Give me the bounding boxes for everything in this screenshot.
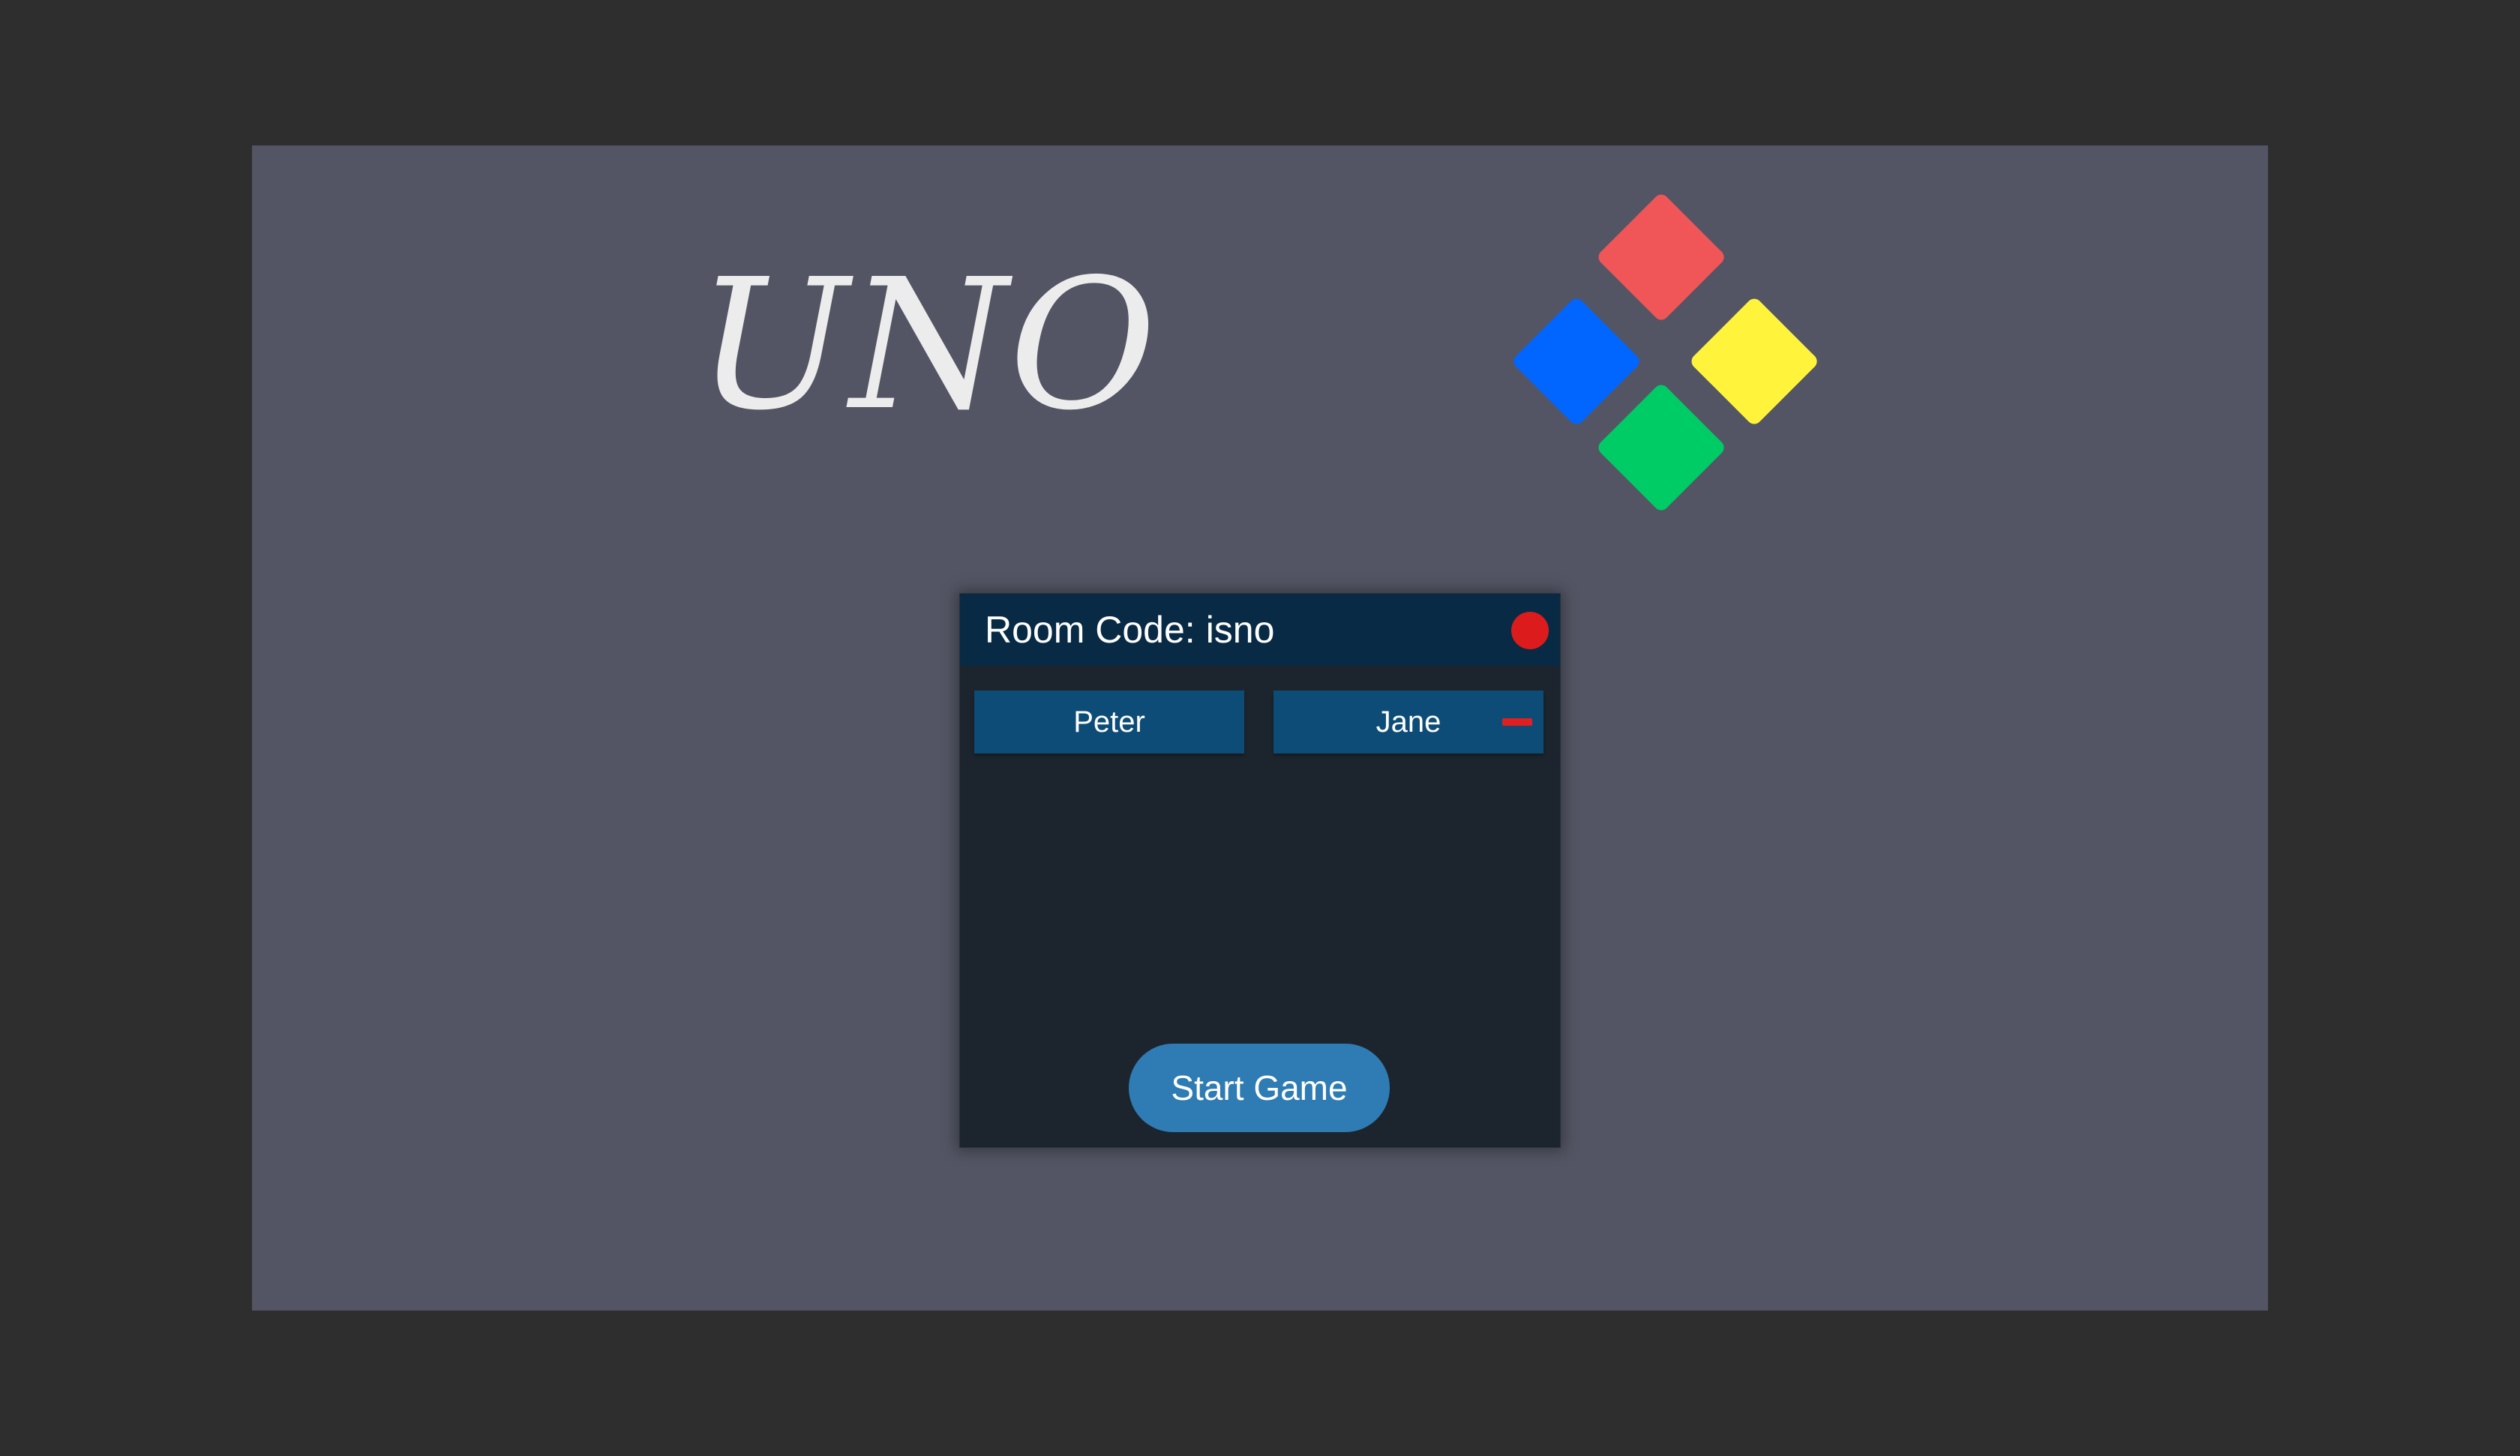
game-title: UNO — [697, 240, 1159, 450]
room-code-value: isno — [1205, 609, 1275, 651]
player-name: Peter — [1073, 706, 1145, 738]
uno-logo — [1498, 190, 1824, 516]
room-header: Room Code: isno — [960, 594, 1560, 666]
game-stage: UNO Room Code: isno Peter Jane Start Game — [252, 145, 2268, 1311]
player-name: Jane — [1376, 706, 1442, 738]
room-code-label: Room Code: — [985, 609, 1196, 651]
player-card-peter: Peter — [974, 691, 1244, 753]
remove-player-button[interactable] — [1502, 718, 1532, 726]
green-diamond-icon — [1595, 382, 1727, 514]
room-code: Room Code: isno — [985, 594, 1274, 666]
room-panel: Room Code: isno Peter Jane Start Game — [959, 593, 1561, 1148]
blue-diamond-icon — [1510, 295, 1642, 427]
status-dot-icon — [1511, 612, 1549, 649]
red-diamond-icon — [1595, 191, 1727, 323]
player-card-jane: Jane — [1274, 691, 1544, 753]
yellow-diamond-icon — [1688, 295, 1820, 427]
start-game-button[interactable]: Start Game — [1129, 1044, 1390, 1132]
